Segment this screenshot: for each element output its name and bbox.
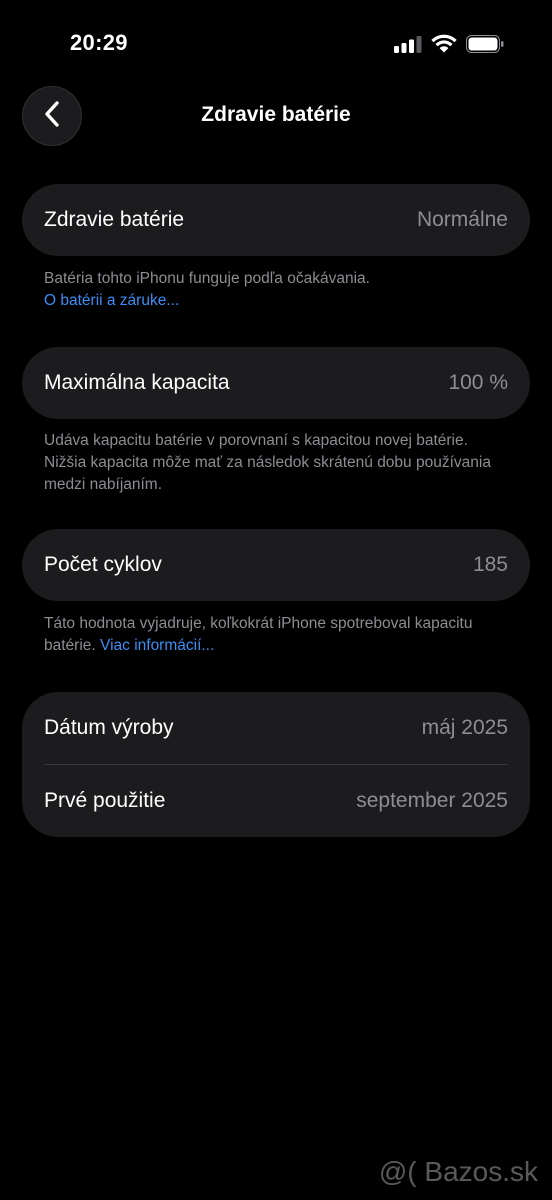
cycle-count-card: Počet cyklov 185	[22, 529, 530, 601]
status-bar: 20:29	[0, 0, 552, 88]
watermark: @( Bazos.sk	[378, 1156, 538, 1187]
status-icons	[394, 34, 504, 58]
battery-health-note: Batéria tohto iPhonu funguje podľa očaká…	[44, 268, 514, 312]
max-capacity-label: Maximálna kapacita	[44, 371, 230, 394]
dates-card: Dátum výroby máj 2025 Prvé použitie sept…	[22, 692, 530, 837]
manufacture-date-label: Dátum výroby	[44, 716, 174, 739]
first-use-value: september 2025	[356, 789, 508, 812]
first-use-label: Prvé použitie	[44, 789, 166, 812]
battery-health-row: Zdravie batérie Normálne	[22, 184, 530, 256]
status-time: 20:29	[70, 30, 128, 55]
battery-health-value: Normálne	[416, 208, 508, 231]
battery-health-card: Zdravie batérie Normálne	[22, 184, 530, 256]
cycle-count-label: Počet cyklov	[44, 553, 162, 576]
page-title: Zdravie batérie	[201, 103, 351, 126]
cycle-count-value: 185	[472, 553, 508, 576]
battery-health-note-text: Batéria tohto iPhonu funguje podľa očaká…	[44, 270, 370, 287]
battery-health-label: Zdravie batérie	[44, 208, 185, 231]
battery-warranty-link[interactable]: O batérii a záruke...	[44, 292, 179, 309]
navigation-bar: Zdravie batérie	[0, 86, 552, 146]
max-capacity-card: Maximálna kapacita 100 %	[22, 347, 530, 419]
max-capacity-note: Udáva kapacitu batérie v porovnaní s kap…	[44, 432, 491, 493]
wifi-icon	[431, 34, 457, 58]
max-capacity-value: 100 %	[448, 371, 508, 394]
more-info-link[interactable]: Viac informácií...	[100, 637, 214, 654]
cellular-signal-icon	[394, 35, 422, 58]
first-use-row: Prvé použitie september 2025	[22, 765, 530, 837]
cycle-count-row: Počet cyklov 185	[22, 529, 530, 601]
cycle-count-note: Táto hodnota vyjadruje, koľkokrát iPhone…	[44, 613, 514, 657]
battery-icon	[466, 34, 504, 58]
manufacture-date-row: Dátum výroby máj 2025	[22, 692, 530, 764]
manufacture-date-value: máj 2025	[421, 716, 508, 739]
max-capacity-row: Maximálna kapacita 100 %	[22, 347, 530, 419]
